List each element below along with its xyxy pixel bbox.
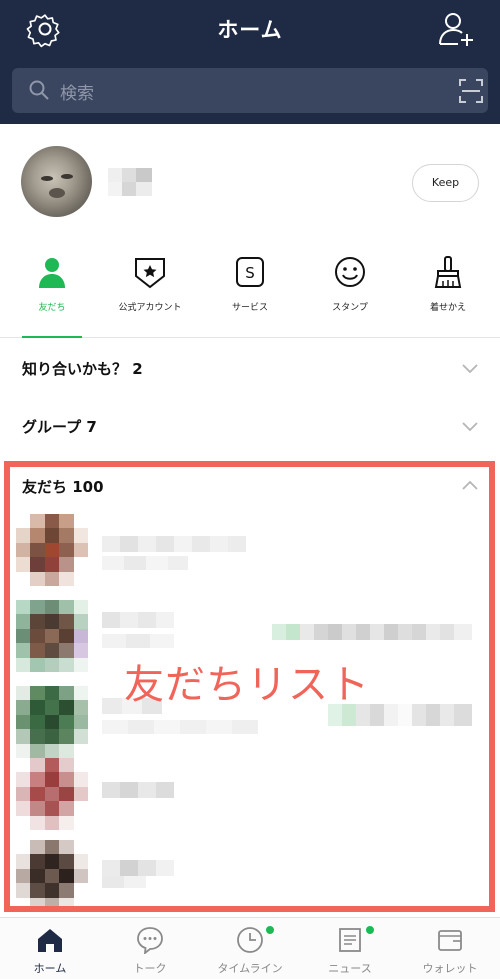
- tab-services[interactable]: S サービス: [200, 246, 300, 338]
- svg-text:S: S: [245, 264, 255, 282]
- profile-name-blurred: [108, 168, 152, 196]
- tab-label: 着せかえ: [429, 303, 466, 313]
- tab-label: サービス: [231, 303, 268, 313]
- section-suggestions[interactable]: 知り合いかも？ 2: [0, 340, 500, 396]
- tab-label: 公式アカウント: [118, 303, 182, 313]
- smiley-icon: [335, 257, 365, 287]
- add-friend-icon[interactable]: [436, 10, 476, 48]
- annotation-label: 友だちリスト: [124, 662, 370, 708]
- shield-star-icon: [135, 258, 165, 289]
- tab-friends[interactable]: 友だち: [2, 246, 102, 338]
- chat-icon: [137, 927, 163, 954]
- search-input[interactable]: 検索: [12, 68, 488, 113]
- nav-label: ホーム: [33, 962, 67, 975]
- chevron-down-icon: [462, 364, 478, 374]
- person-icon: [39, 258, 65, 288]
- service-s-icon: S: [236, 257, 264, 287]
- section-title: 知り合いかも？ 2: [22, 360, 143, 378]
- home-icon: [38, 929, 62, 952]
- tab-label: スタンプ: [332, 303, 368, 313]
- tab-official-accounts[interactable]: 公式アカウント: [100, 246, 200, 338]
- wallet-icon: [438, 930, 462, 951]
- tab-stickers[interactable]: スタンプ: [300, 246, 400, 338]
- keep-button[interactable]: Keep: [412, 164, 479, 202]
- nav-label: トーク: [133, 962, 167, 975]
- nav-label: タイムライン: [217, 962, 283, 975]
- tab-themes[interactable]: 着せかえ: [398, 246, 498, 338]
- nav-label: ウォレット: [422, 962, 478, 975]
- search-icon: [29, 80, 49, 100]
- qr-scan-icon[interactable]: [458, 78, 484, 104]
- nav-label: ニュース: [328, 962, 372, 975]
- clock-icon: [237, 927, 263, 953]
- section-title: グループ 7: [22, 418, 97, 436]
- nav-news[interactable]: ニュース: [300, 918, 400, 979]
- nav-home[interactable]: ホーム: [0, 918, 100, 979]
- notification-badge: [266, 926, 274, 934]
- nav-chats[interactable]: トーク: [100, 918, 200, 979]
- avatar[interactable]: [21, 146, 92, 217]
- brush-icon: [434, 256, 462, 288]
- active-tab-indicator: [22, 336, 82, 338]
- chevron-down-icon: [462, 422, 478, 432]
- my-profile[interactable]: Keep: [0, 124, 500, 234]
- page-title: ホーム: [217, 18, 283, 42]
- section-groups[interactable]: グループ 7: [0, 398, 500, 454]
- notification-badge: [366, 926, 374, 934]
- news-icon: [339, 928, 361, 952]
- bottom-navigation: ホーム トーク タイムライン ニュース ウォレット: [0, 917, 500, 979]
- tab-label: 友だち: [38, 303, 66, 313]
- search-placeholder: 検索: [60, 84, 94, 104]
- nav-timeline[interactable]: タイムライン: [200, 918, 300, 979]
- nav-wallet[interactable]: ウォレット: [400, 918, 500, 979]
- home-tabs: 友だち 公式アカウント S サービス スタンプ 着せかえ: [0, 246, 500, 338]
- app-header: ホーム 検索: [0, 0, 500, 124]
